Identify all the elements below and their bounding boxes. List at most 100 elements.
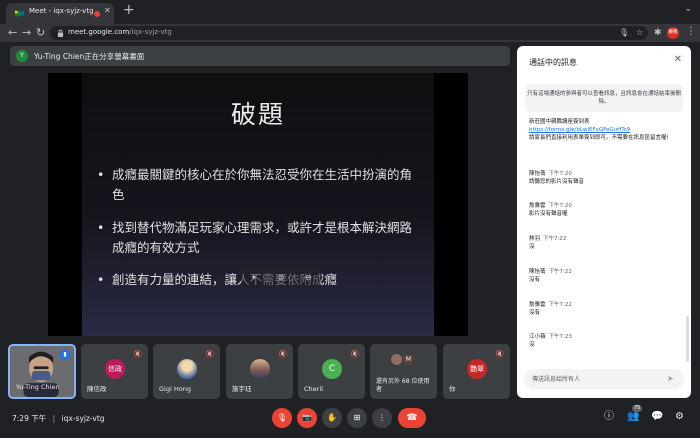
chat-message: 新莊國中親職講座簽到表 https://forms.gle/bLwiEFxGFe… bbox=[529, 118, 679, 142]
bullet-dot-icon: • bbox=[97, 167, 105, 182]
url-path: /iqx-syjz-vtg bbox=[129, 28, 172, 36]
chat-scrollbar[interactable] bbox=[686, 316, 689, 362]
message-text: 新莊國中親職講座簽到表 bbox=[529, 119, 590, 125]
browser-tab-strip: Meet - iqx-syjz-vtg ✕ + ⌄ bbox=[0, 0, 700, 24]
mic-icon[interactable]: 🎙 bbox=[619, 28, 629, 38]
chat-message: 陳怡蒨 下午7:20 請聽您的影片沒有聲音 bbox=[529, 170, 679, 186]
send-icon[interactable]: ➤ bbox=[667, 374, 674, 383]
participant-avatar: C bbox=[322, 359, 342, 379]
participant-tile[interactable]: 🔇 C Cheril bbox=[298, 344, 365, 399]
extensions-icon[interactable]: ✱ bbox=[654, 28, 662, 38]
message-time: 下午7:20 bbox=[548, 171, 572, 177]
slide: 破題 • 成癮最關鍵的核心在於你無法忍受你在生活中扮演的角色 • 找到替代物滿足… bbox=[82, 73, 434, 336]
message-link[interactable]: https://forms.gle/bLwiEFxGFeGuHTc9 bbox=[529, 126, 679, 134]
message-sender: 林羽 bbox=[529, 236, 541, 242]
chat-message: 詹雅雲 下午7:22 沒有 bbox=[529, 301, 679, 317]
chat-message: 詹雅雲 下午7:20 影片沒有聲音喔 bbox=[529, 202, 679, 218]
muted-mic-icon: 🔇 bbox=[278, 350, 288, 358]
message-text: 沒有 bbox=[529, 277, 541, 283]
participant-avatar: M bbox=[403, 354, 414, 365]
activities-icon[interactable]: ⚙ bbox=[675, 410, 684, 424]
message-time: 下午7:23 bbox=[548, 334, 572, 340]
bullet-dot-icon: • bbox=[97, 220, 105, 235]
participant-name: 陳信政 bbox=[87, 385, 107, 393]
end-call-button[interactable]: ☎ bbox=[398, 408, 426, 428]
meeting-time: 7:29 下午 bbox=[12, 414, 47, 423]
chat-message: 林羽 下午7:22 沒 bbox=[529, 235, 679, 251]
message-text: 沒 bbox=[529, 244, 535, 250]
message-text: 影片沒有聲音喔 bbox=[529, 211, 568, 217]
participant-name: 施宇珏 bbox=[232, 385, 252, 393]
mute-participant-icon[interactable]: ⊘ bbox=[278, 273, 285, 282]
forward-icon[interactable]: → bbox=[22, 25, 31, 41]
recording-dot-icon bbox=[94, 11, 100, 17]
presenting-text: Yu-Ting Chien正在分享螢幕畫面 bbox=[34, 52, 145, 61]
slide-bullet: • 找到替代物滿足玩家心理需求，或許才是根本解決網路成癮的有效方式 bbox=[97, 218, 413, 258]
camera-toggle-button[interactable]: 📷 bbox=[297, 408, 317, 428]
close-icon[interactable]: ✕ bbox=[674, 54, 682, 65]
new-tab-button[interactable]: + bbox=[123, 2, 135, 18]
message-time: 下午7:20 bbox=[548, 203, 572, 209]
present-screen-button[interactable]: ⊞ bbox=[347, 408, 367, 428]
bullet-dot-icon: • bbox=[97, 272, 105, 287]
muted-mic-icon: 🔇 bbox=[205, 350, 215, 358]
chat-input[interactable] bbox=[524, 369, 684, 389]
muted-mic-icon: 🔇 bbox=[133, 350, 143, 358]
participant-name: 你 bbox=[449, 385, 456, 393]
meeting-details: 7:29 下午 | iqx-syjz-vtg bbox=[12, 413, 105, 424]
message-time: 下午7:22 bbox=[548, 269, 572, 275]
tab-search-icon[interactable]: ⌄ bbox=[684, 4, 692, 14]
chat-notice: 只有這場通話的參與者可以查看訊息，且訊息會在通話結束後刪除。 bbox=[525, 84, 683, 112]
participant-avatar bbox=[250, 359, 270, 379]
message-time: 下午7:22 bbox=[543, 236, 567, 242]
participant-name: Yu-Ting Chien bbox=[16, 383, 60, 391]
browser-menu-icon[interactable]: ⋮ bbox=[686, 26, 696, 37]
people-icon[interactable]: 👥 bbox=[627, 410, 639, 424]
message-sender: 詹雅雲 bbox=[529, 302, 546, 308]
info-icon[interactable]: ⓘ bbox=[604, 410, 614, 424]
participant-name: Gigi Hong bbox=[159, 385, 191, 393]
presenter-avatar: Y bbox=[16, 50, 28, 62]
tab-close-icon[interactable]: ✕ bbox=[104, 6, 111, 15]
chat-icon[interactable]: 💬 bbox=[651, 410, 663, 424]
browser-tab[interactable]: Meet - iqx-syjz-vtg ✕ bbox=[6, 3, 114, 24]
slide-bullet: • 成癮最關鍵的核心在於你無法忍受你在生活中扮演的角色 bbox=[97, 165, 413, 205]
participant-tile[interactable]: 🔇 Gigi Hong bbox=[153, 344, 220, 399]
url-host: meet.google.com bbox=[68, 28, 130, 36]
participant-name: Cheril bbox=[304, 385, 323, 393]
message-text: 請聽您的影片沒有聲音 bbox=[529, 179, 585, 185]
pin-icon[interactable]: ✦ bbox=[250, 273, 257, 282]
meet-favicon-icon bbox=[14, 10, 25, 17]
shared-screen: 破題 • 成癮最關鍵的核心在於你無法忍受你在生活中扮演的角色 • 找到替代物滿足… bbox=[48, 73, 468, 336]
speaking-indicator-icon: ▮ bbox=[60, 350, 70, 360]
participant-avatar: 艷翠 bbox=[467, 359, 487, 379]
participant-tile[interactable]: 🔇 信政 陳信政 bbox=[81, 344, 148, 399]
message-sender: 詹雅雲 bbox=[529, 203, 546, 209]
reload-icon[interactable]: ↻ bbox=[36, 25, 45, 41]
bullet-text: 找到替代物滿足玩家心理需求，或許才是根本解決網路成癮的有效方式 bbox=[112, 220, 413, 255]
separator: | bbox=[52, 414, 56, 423]
address-bar[interactable]: meet.google.com/iqx-syjz-vtg 🎙 ☆ bbox=[50, 26, 648, 40]
hover-controls: ✦ ⊘ ⊖ bbox=[240, 266, 322, 288]
bullet-text: 成癮最關鍵的核心在於你無法忍受你在生活中扮演的角色 bbox=[112, 167, 413, 202]
star-icon[interactable]: ☆ bbox=[636, 28, 643, 38]
raise-hand-button[interactable]: ✋ bbox=[322, 408, 342, 428]
participant-tile[interactable]: 🔇 施宇珏 bbox=[226, 344, 293, 399]
participant-avatar: 信政 bbox=[105, 359, 125, 379]
message-sender: 陳怡蒨 bbox=[529, 269, 546, 275]
url-text: meet.google.com/iqx-syjz-vtg bbox=[68, 28, 172, 36]
more-options-button[interactable]: ⋮ bbox=[372, 408, 392, 428]
participant-tile[interactable]: 🔇 艷翠 你 bbox=[443, 344, 510, 399]
chat-title: 通話中的訊息 bbox=[529, 58, 577, 67]
back-icon[interactable]: ← bbox=[8, 25, 17, 41]
more-participants-label: 還有另外 68 位使用者 bbox=[376, 378, 430, 393]
mic-toggle-button[interactable]: 🎙 bbox=[272, 408, 292, 428]
muted-mic-icon: 🔇 bbox=[350, 350, 360, 358]
slide-title: 破題 bbox=[230, 100, 285, 129]
profile-avatar[interactable]: 繼暢 bbox=[667, 27, 679, 39]
message-text: 請家長們直接利用表單簽到即可。不需要在訊息區留言喔! bbox=[529, 135, 669, 141]
more-participants-tile[interactable]: M 還有另外 68 位使用者 bbox=[370, 344, 437, 399]
self-video-tile[interactable]: ▮ Yu-Ting Chien bbox=[8, 344, 76, 399]
remove-icon[interactable]: ⊖ bbox=[305, 273, 312, 282]
meeting-code: iqx-syjz-vtg bbox=[61, 414, 105, 423]
